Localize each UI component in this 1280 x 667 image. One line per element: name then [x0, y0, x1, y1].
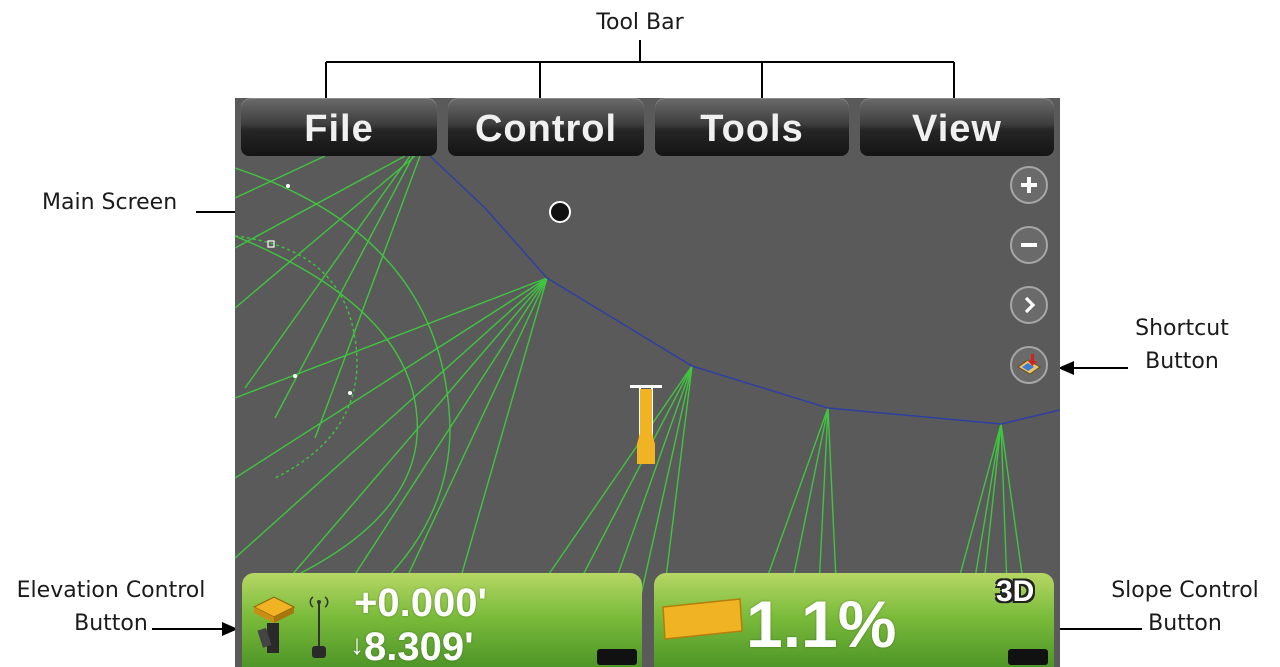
elevation-cut-number: 8.309' — [364, 625, 474, 667]
machine-icon — [630, 385, 662, 464]
shortcut-arrowhead — [1058, 361, 1074, 375]
map-point-2 — [293, 374, 297, 378]
callout-tool-bar: Tool Bar — [596, 10, 684, 35]
shortcut-map-icon — [1017, 354, 1041, 375]
mast-antenna-icon — [309, 596, 329, 658]
menu-control[interactable]: Control — [448, 98, 644, 156]
mode-3d-badge: 3D — [996, 575, 1035, 608]
callout-main-screen: Main Screen — [42, 190, 178, 215]
callout-slope-line1: Slope Control — [1111, 578, 1259, 603]
chevron-right-icon — [1024, 296, 1036, 314]
zoom-out-button[interactable] — [1010, 226, 1048, 264]
design-arc-dotted — [235, 235, 358, 479]
map-point-1 — [286, 184, 290, 188]
callout-elevation-line1: Elevation Control — [16, 578, 206, 603]
menu-view[interactable]: View — [860, 98, 1054, 156]
callout-shortcut-line2: Button — [1145, 349, 1219, 374]
plus-icon — [1021, 177, 1037, 193]
slope-indicator — [1008, 649, 1048, 665]
next-button[interactable] — [1010, 286, 1048, 324]
menu-file[interactable]: File — [241, 98, 437, 156]
cut-arrow-icon: ↓ — [350, 629, 364, 660]
slope-control-button[interactable]: 1.1% 3D — [654, 573, 1054, 667]
map-point-3 — [348, 391, 352, 395]
elevation-offset: +0.000' — [354, 581, 487, 625]
design-arc-middle — [235, 235, 418, 599]
slope-value: 1.1% — [746, 587, 897, 661]
callout-slope-line2: Button — [1148, 611, 1222, 636]
slope-blade-icon — [662, 598, 743, 640]
minus-icon — [1021, 243, 1037, 247]
callout-slope: Slope Control Button — [1090, 574, 1280, 640]
menu-tools[interactable]: Tools — [655, 98, 849, 156]
elevation-cut-value: ↓8.309' — [350, 627, 474, 667]
callout-shortcut-line1: Shortcut — [1135, 316, 1229, 341]
zoom-in-button[interactable] — [1010, 166, 1048, 204]
elevation-sensor-icon — [252, 596, 296, 653]
main-screen[interactable]: File Control Tools View +0.000' ↓8.309' … — [235, 98, 1060, 667]
elevation-control-button[interactable]: +0.000' ↓8.309' — [242, 573, 642, 667]
main-screen-callout-dot — [549, 201, 571, 223]
callout-elevation-line2: Button — [74, 611, 148, 636]
alignment-line — [429, 155, 1060, 425]
elevation-indicator — [597, 649, 637, 665]
callout-elevation: Elevation Control Button — [2, 574, 220, 640]
callout-shortcut: Shortcut Button — [1112, 312, 1252, 378]
shortcut-button[interactable] — [1010, 346, 1048, 384]
